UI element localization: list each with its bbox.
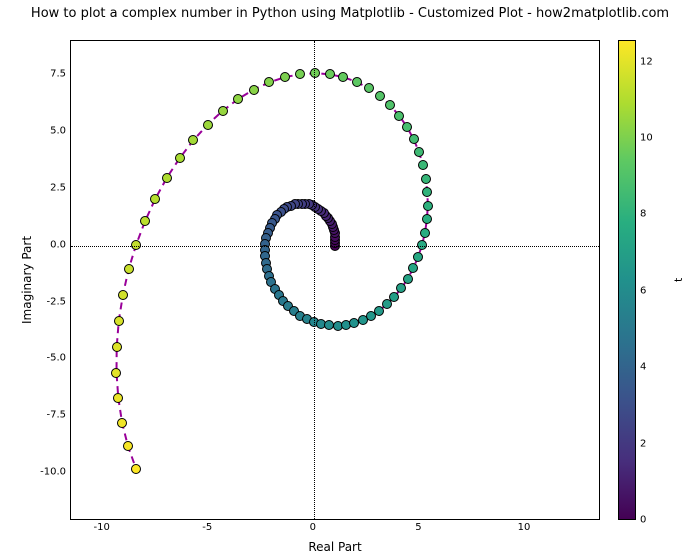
data-point (422, 187, 432, 197)
xtick-label: -10 (94, 522, 110, 533)
ytick-label: -10.0 (40, 467, 66, 478)
data-point (396, 283, 406, 293)
data-point (118, 290, 128, 300)
y-axis-label: Imaginary Part (20, 40, 34, 520)
data-point (408, 263, 418, 273)
ytick-label: 7.5 (40, 69, 66, 80)
spiral-curve (71, 41, 601, 521)
colorbar-tick-label: 8 (640, 209, 646, 220)
ytick-label: -2.5 (40, 296, 66, 307)
data-point (162, 173, 172, 183)
data-point (402, 122, 412, 132)
x-axis-label: Real Part (70, 540, 600, 554)
data-point (385, 100, 395, 110)
ytick-label: -5.0 (40, 353, 66, 364)
data-point (295, 69, 305, 79)
colorbar-tick-label: 4 (640, 362, 646, 373)
chart-title: How to plot a complex number in Python u… (0, 6, 700, 21)
data-point (403, 274, 413, 284)
data-point (123, 441, 133, 451)
colorbar-tick-label: 6 (640, 285, 646, 296)
data-point (413, 252, 423, 262)
data-point (325, 69, 335, 79)
data-point (117, 418, 127, 428)
data-point (422, 214, 432, 224)
data-point (418, 160, 428, 170)
data-point (114, 316, 124, 326)
data-point (421, 174, 431, 184)
data-point (310, 68, 320, 78)
data-point (420, 228, 430, 238)
colorbar-tick-label: 10 (640, 133, 653, 144)
data-point (394, 111, 404, 121)
data-point (111, 368, 121, 378)
ytick-label: 5.0 (40, 125, 66, 136)
data-point (124, 264, 134, 274)
data-point (218, 106, 228, 116)
data-point (150, 194, 160, 204)
data-point (264, 77, 274, 87)
data-point (364, 83, 374, 93)
data-point (280, 72, 290, 82)
xtick-label: 0 (310, 522, 316, 533)
data-point (233, 94, 243, 104)
data-point (203, 120, 213, 130)
data-point (423, 201, 433, 211)
colorbar-tick-label: 0 (640, 515, 646, 526)
data-point (249, 85, 259, 95)
data-point (131, 464, 141, 474)
ytick-label: 0.0 (40, 239, 66, 250)
ytick-label: -7.5 (40, 410, 66, 421)
grid-y-zero (71, 246, 599, 247)
data-point (389, 292, 399, 302)
xtick-label: 5 (415, 522, 421, 533)
xtick-label: -5 (202, 522, 212, 533)
colorbar-tick-label: 2 (640, 438, 646, 449)
xtick-label: 10 (518, 522, 531, 533)
ytick-label: 2.5 (40, 182, 66, 193)
grid-x-zero (314, 41, 315, 519)
data-point (338, 72, 348, 82)
data-point (188, 135, 198, 145)
data-point (375, 91, 385, 101)
colorbar (618, 40, 636, 520)
data-point (409, 134, 419, 144)
colorbar-tick-label: 12 (640, 56, 653, 67)
data-point (414, 147, 424, 157)
data-point (175, 153, 185, 163)
colorbar-label: t (672, 40, 685, 520)
data-point (140, 216, 150, 226)
plot-area (70, 40, 600, 520)
data-point (352, 77, 362, 87)
data-point (112, 342, 122, 352)
data-point (113, 393, 123, 403)
